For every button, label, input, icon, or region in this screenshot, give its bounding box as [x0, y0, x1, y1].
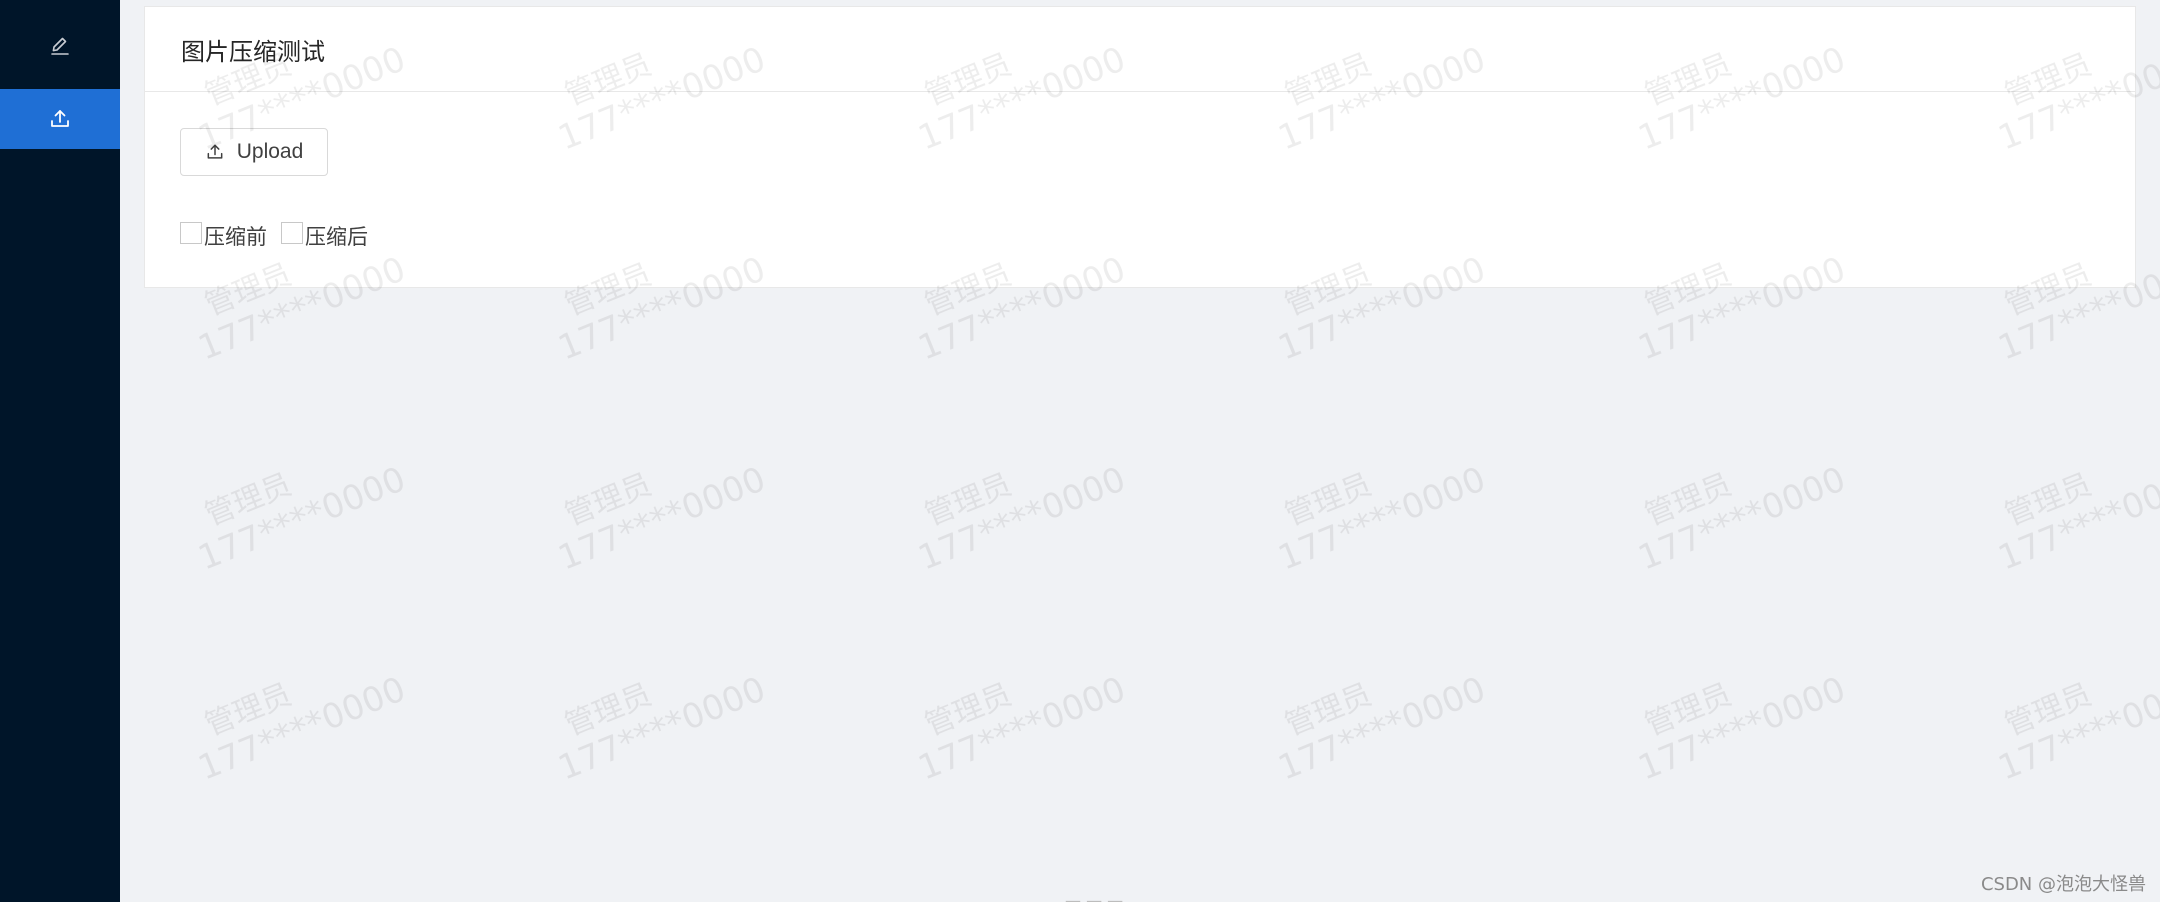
app-window: 图片压缩测试 Upload 压缩前 压缩后 管理员 177****0000 管理… [0, 0, 2160, 902]
compress-test-card: 图片压缩测试 Upload 压缩前 压缩后 [144, 6, 2136, 288]
edit-icon [51, 37, 69, 55]
checkbox-box[interactable] [281, 222, 303, 244]
upload-icon [51, 110, 69, 127]
footer-text-cutoff: — — — [1065, 891, 1124, 902]
sidebar-item-upload[interactable] [0, 89, 120, 149]
checkbox-box[interactable] [180, 222, 202, 244]
sidebar [0, 0, 120, 902]
card-title: 图片压缩测试 [181, 37, 325, 66]
upload-icon [207, 144, 223, 159]
checkbox-row: 压缩前 压缩后 [180, 221, 382, 251]
checkbox-before-compress[interactable]: 压缩前 [180, 221, 267, 251]
sidebar-item-edit[interactable] [0, 16, 120, 76]
csdn-credit: CSDN @泡泡大怪兽 [1980, 874, 2146, 895]
upload-button-label: Upload [236, 140, 304, 163]
card-header: 图片压缩测试 [145, 7, 2135, 92]
upload-button[interactable]: Upload [180, 128, 328, 176]
checkbox-label: 压缩前 [204, 225, 267, 249]
checkbox-label: 压缩后 [305, 225, 368, 249]
checkbox-after-compress[interactable]: 压缩后 [281, 221, 368, 251]
main-content: 图片压缩测试 Upload 压缩前 压缩后 [120, 0, 2160, 902]
